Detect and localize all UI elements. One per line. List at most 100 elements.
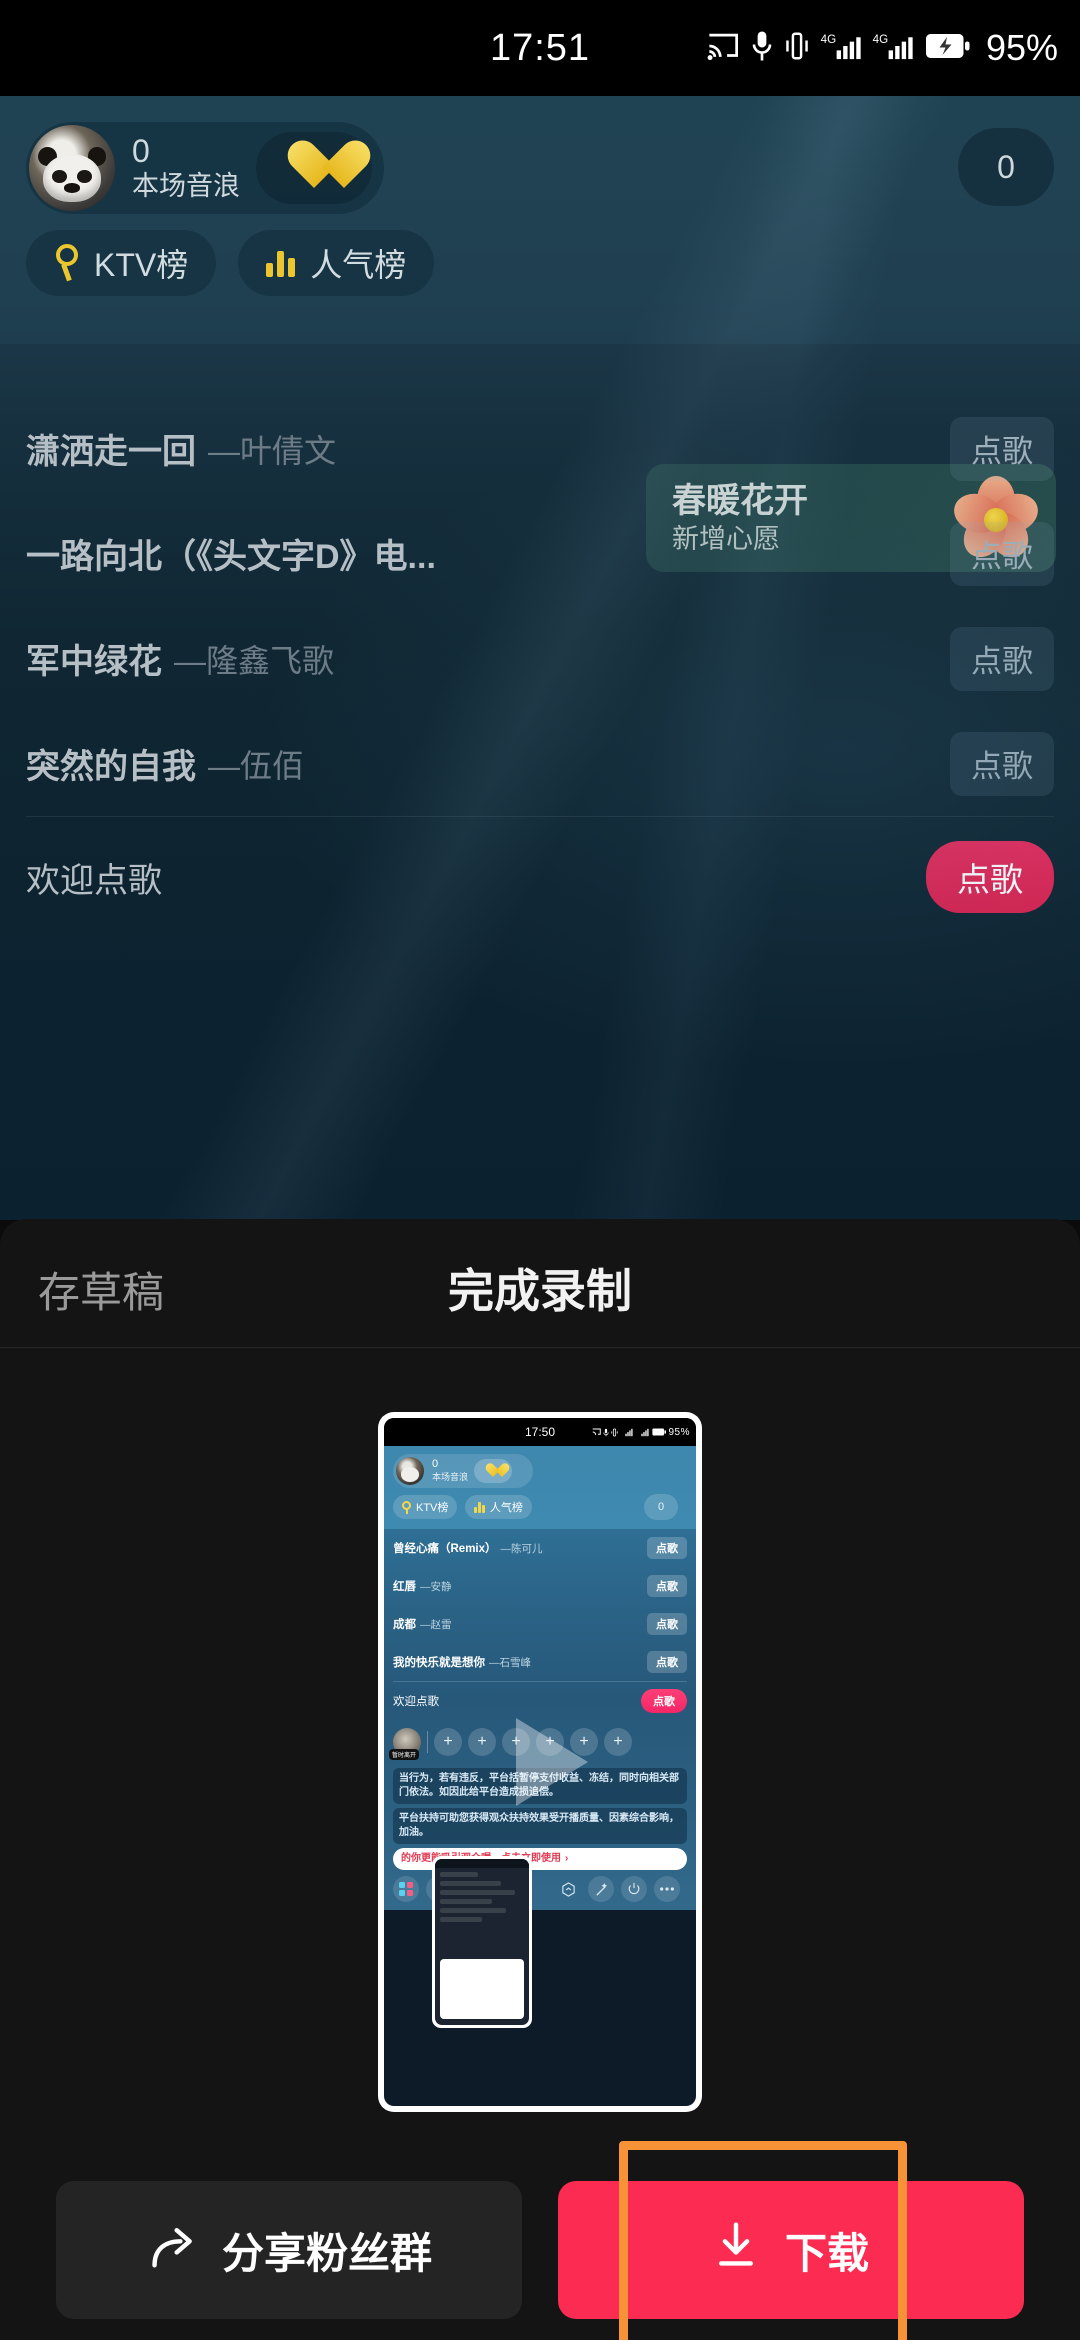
page-title: 完成录制 — [448, 1265, 632, 1317]
viewer-count-pill[interactable]: 0 — [958, 128, 1054, 206]
preview-host-meta: 0 本场音浪 — [432, 1459, 468, 1483]
list-item: 成都 —赵雷 点歌 — [384, 1605, 696, 1643]
preview-welcome-row: 欢迎点歌 点歌 — [384, 1682, 696, 1720]
preview-status-time: 17:50 — [524, 1425, 556, 1439]
request-song-primary-button: 点歌 — [641, 1689, 687, 1713]
chat-message: 平台扶持可助您获得观众扶持效果受开播质量、因素综合影响，加油。 — [393, 1808, 687, 1844]
status-bar-icons: 4G 4G 95% — [706, 0, 1058, 96]
chip-label: KTV榜 — [94, 247, 189, 283]
share-to-fan-group-button[interactable]: 分享粉丝群 — [56, 2181, 522, 2319]
list-item: 红唇 —安静 点歌 — [384, 1567, 696, 1605]
magic-wand-icon — [588, 1876, 614, 1902]
song-name: 红唇 — [393, 1581, 416, 1593]
song-name: 军中绿花 — [26, 643, 162, 681]
microphone-icon — [750, 30, 774, 67]
song-artist: —安静 — [420, 1580, 452, 1593]
song-artist: —石雪峰 — [489, 1656, 531, 1669]
preview-viewer-count: 0 — [644, 1494, 678, 1520]
status-bar: 17:51 4G 4G 95% — [0, 0, 1080, 96]
medal-icon — [54, 244, 80, 282]
play-icon[interactable] — [516, 1718, 588, 1806]
song-name: 我的快乐就是想你 — [393, 1657, 485, 1669]
sound-wave-label: 本场音浪 — [132, 171, 240, 201]
request-song-button: 点歌 — [647, 1537, 687, 1559]
sheet-header: 存草稿 完成录制 — [0, 1219, 1080, 1347]
preview-host-label: 本场音浪 — [432, 1472, 469, 1482]
song-request-list: 潇洒走一回 —叶倩文 点歌 一路向北（《头文字D》电... 点歌 军中绿花 —隆… — [0, 396, 1080, 937]
more-icon — [654, 1876, 680, 1902]
table-row[interactable]: 军中绿花 —隆鑫飞歌 点歌 — [0, 606, 1080, 711]
song-artist: —隆鑫飞歌 — [174, 642, 335, 679]
request-song-button: 点歌 — [647, 1613, 687, 1635]
preview-host-pill: 0 本场音浪 — [393, 1454, 533, 1488]
request-song-button[interactable]: 点歌 — [950, 521, 1054, 586]
preview-battery: 95% — [668, 1426, 690, 1438]
song-name: 曾经心痛（Remix） — [393, 1543, 497, 1555]
live-room-background: 0 本场音浪 0 KTV榜 人气榜 春暖花开 新增心愿 潇洒走一回 —叶倩文 点… — [0, 96, 1080, 1220]
request-song-button[interactable]: 点歌 — [950, 416, 1054, 481]
preview-room-header: 0 本场音浪 0 KTV榜 人气榜 — [384, 1446, 696, 1529]
host-meta: 0 本场音浪 — [132, 134, 240, 202]
vibrate-icon — [784, 31, 810, 66]
download-label: 下载 — [784, 2229, 869, 2277]
song-artist: —陈可儿 — [500, 1542, 543, 1555]
table-row[interactable]: 突然的自我 —伍佰 点歌 — [0, 711, 1080, 816]
welcome-label: 欢迎点歌 — [26, 861, 162, 900]
request-song-primary-button[interactable]: 点歌 — [926, 841, 1054, 913]
share-label: 分享粉丝群 — [221, 2229, 432, 2277]
host-info-pill[interactable]: 0 本场音浪 — [26, 122, 384, 214]
list-item: 曾经心痛（Remix） —陈可儿 点歌 — [384, 1529, 696, 1567]
table-row[interactable]: 一路向北（《头文字D》电... 点歌 — [0, 501, 1080, 606]
chip-label: KTV榜 — [416, 1502, 449, 1514]
song-artist: —叶倩文 — [208, 432, 337, 469]
preview-status-right: 95% — [592, 1427, 690, 1438]
list-item: 我的快乐就是想你 —石雪峰 点歌 — [384, 1643, 696, 1681]
sidebar-item-ktv-rank[interactable]: KTV榜 — [26, 230, 217, 296]
seat-empty: + — [604, 1728, 632, 1756]
welcome-label: 欢迎点歌 — [393, 1696, 439, 1708]
song-artist: —赵雷 — [420, 1618, 452, 1631]
video-preview-thumbnail[interactable]: 17:50 95% 0 本场音浪 0 KTV榜 人气榜 曾经心痛（Remix） … — [378, 1412, 702, 2112]
bar-chart-icon — [266, 249, 296, 277]
preview-rank-chips: KTV榜 人气榜 — [393, 1495, 687, 1519]
camera-icon — [555, 1876, 581, 1902]
preview-status-bar: 17:50 95% — [384, 1418, 696, 1446]
seat-away-tag: 暂时离开 — [389, 1749, 420, 1760]
preview-screen: 17:50 95% 0 本场音浪 0 KTV榜 人气榜 曾经心痛（Remix） … — [384, 1418, 696, 2106]
request-song-button[interactable]: 点歌 — [950, 626, 1054, 691]
sidebar-item-popularity-rank[interactable]: 人气榜 — [238, 230, 435, 296]
avatar — [29, 125, 115, 211]
recording-sheet: 存草稿 完成录制 17:50 95% 0 本场音浪 0 KTV榜 人气榜 曾经心… — [0, 1219, 1080, 2340]
seat-divider — [427, 1731, 428, 1753]
request-song-button: 点歌 — [647, 1651, 687, 1673]
action-bar: 分享粉丝群 下载 — [0, 2160, 1080, 2340]
video-preview-area: 17:50 95% 0 本场音浪 0 KTV榜 人气榜 曾经心痛（Remix） … — [0, 1347, 1080, 2177]
signal-4g-icon: 4G — [872, 30, 914, 67]
song-name: 一路向北（《头文字D》电... — [26, 538, 436, 576]
svg-text:4G: 4G — [821, 33, 837, 46]
download-button[interactable]: 下载 — [558, 2181, 1024, 2319]
screen-root: 17:51 4G 4G 95% 0 本场音浪 0 KTV榜 人气榜 春暖花开 新… — [0, 0, 1080, 2340]
battery-percent: 95% — [985, 27, 1058, 68]
yellow-heart-icon[interactable] — [256, 132, 372, 204]
chip-label: 人气榜 — [310, 247, 407, 283]
status-bar-time: 17:51 — [489, 26, 591, 69]
signal-4g-icon: 4G — [820, 30, 862, 67]
medal-icon — [402, 1500, 411, 1514]
request-song-button: 点歌 — [647, 1575, 687, 1597]
seat-host: 暂时离开 — [389, 1728, 421, 1760]
sound-wave-count: 0 — [132, 133, 150, 169]
song-name: 突然的自我 — [26, 748, 196, 786]
welcome-row[interactable]: 欢迎点歌 点歌 — [0, 817, 1080, 937]
request-song-button[interactable]: 点歌 — [950, 731, 1054, 796]
song-name: 潇洒走一回 — [26, 433, 196, 471]
chip-label: 人气榜 — [489, 1502, 523, 1514]
share-icon — [146, 2221, 200, 2279]
seat-empty: + — [468, 1728, 496, 1756]
download-icon — [713, 2221, 759, 2279]
table-row[interactable]: 潇洒走一回 —叶倩文 点歌 — [0, 396, 1080, 501]
song-artist: —伍佰 — [208, 747, 305, 784]
battery-charging-icon — [924, 31, 970, 66]
preview-chip-popularity: 人气榜 — [465, 1495, 532, 1519]
svg-text:4G: 4G — [873, 33, 889, 46]
